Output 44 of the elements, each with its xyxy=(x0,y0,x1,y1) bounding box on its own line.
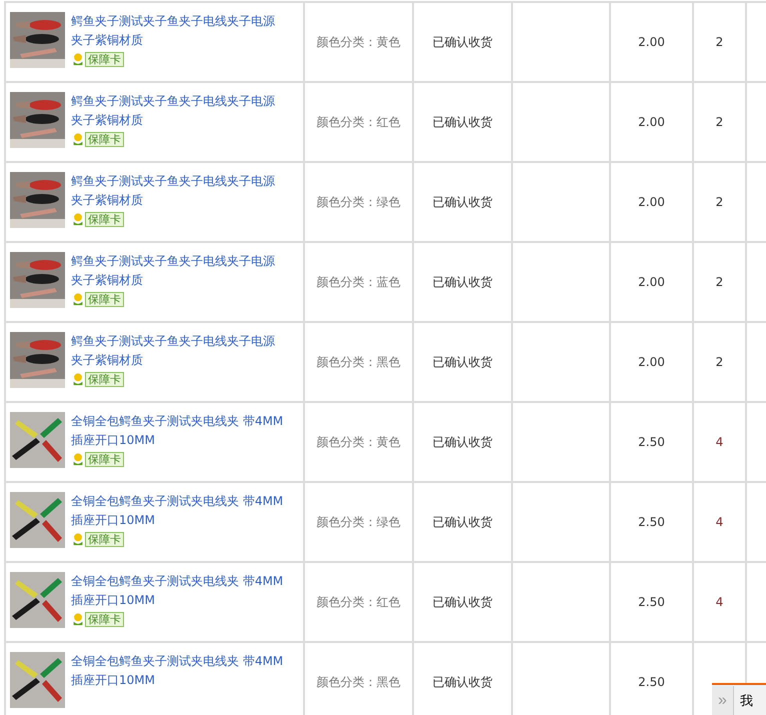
quantity-text: 4 xyxy=(716,595,724,609)
spec-text: 颜色分类：黑色 xyxy=(316,354,400,368)
quantity-text: 4 xyxy=(716,435,724,449)
price-text: 2.00 xyxy=(638,35,665,49)
status-text: 已确认收货 xyxy=(432,434,492,448)
status-text: 已确认收货 xyxy=(432,114,492,128)
product-link[interactable]: 鳄鱼夹子测试夹子鱼夹子电线夹子电源夹子紫铜材质 xyxy=(71,92,286,130)
spec-text: 颜色分类：黄色 xyxy=(316,34,400,48)
spec-text: 颜色分类：黑色 xyxy=(316,674,400,688)
price-text: 2.50 xyxy=(638,435,665,449)
status-text: 已确认收货 xyxy=(432,674,492,688)
quantity-text: 2 xyxy=(716,115,724,129)
price-text: 2.50 xyxy=(638,675,665,689)
quantity-text: 2 xyxy=(716,355,724,369)
quantity-text: 2 xyxy=(716,275,724,289)
price-text: 2.00 xyxy=(638,355,665,369)
spec-text: 颜色分类：绿色 xyxy=(316,514,400,528)
product-link[interactable]: 全铜全包鳄鱼夹子测试夹电线夹 带4MM插座开口10MM xyxy=(71,412,286,450)
status-text: 已确认收货 xyxy=(432,274,492,288)
quantity-text: 4 xyxy=(716,515,724,529)
spec-text: 颜色分类：红色 xyxy=(316,594,400,608)
product-link[interactable]: 鳄鱼夹子测试夹子鱼夹子电线夹子电源夹子紫铜材质 xyxy=(71,252,286,290)
spec-text: 颜色分类：黄色 xyxy=(316,434,400,448)
status-text: 已确认收货 xyxy=(432,514,492,528)
price-text: 2.00 xyxy=(638,195,665,209)
spec-text: 颜色分类：绿色 xyxy=(316,194,400,208)
price-text: 2.50 xyxy=(638,595,665,609)
product-link[interactable]: 全铜全包鳄鱼夹子测试夹电线夹 带4MM插座开口10MM xyxy=(71,572,286,610)
quantity-text: 2 xyxy=(716,195,724,209)
quantity-text: 2 xyxy=(716,35,724,49)
price-text: 2.50 xyxy=(638,515,665,529)
status-text: 已确认收货 xyxy=(432,34,492,48)
spec-text: 颜色分类：红色 xyxy=(316,114,400,128)
status-text: 已确认收货 xyxy=(432,594,492,608)
toolbar-label[interactable]: 我 xyxy=(734,692,753,710)
spec-text: 颜色分类：蓝色 xyxy=(316,274,400,288)
product-link[interactable]: 鳄鱼夹子测试夹子鱼夹子电线夹子电源夹子紫铜材质 xyxy=(71,12,286,50)
status-text: 已确认收货 xyxy=(432,194,492,208)
price-text: 2.00 xyxy=(638,115,665,129)
status-text: 已确认收货 xyxy=(432,354,492,368)
price-text: 2.00 xyxy=(638,275,665,289)
product-link[interactable]: 鳄鱼夹子测试夹子鱼夹子电线夹子电源夹子紫铜材质 xyxy=(71,172,286,210)
product-link[interactable]: 鳄鱼夹子测试夹子鱼夹子电线夹子电源夹子紫铜材质 xyxy=(71,332,286,370)
product-link[interactable]: 全铜全包鳄鱼夹子测试夹电线夹 带4MM插座开口10MM xyxy=(71,492,286,530)
